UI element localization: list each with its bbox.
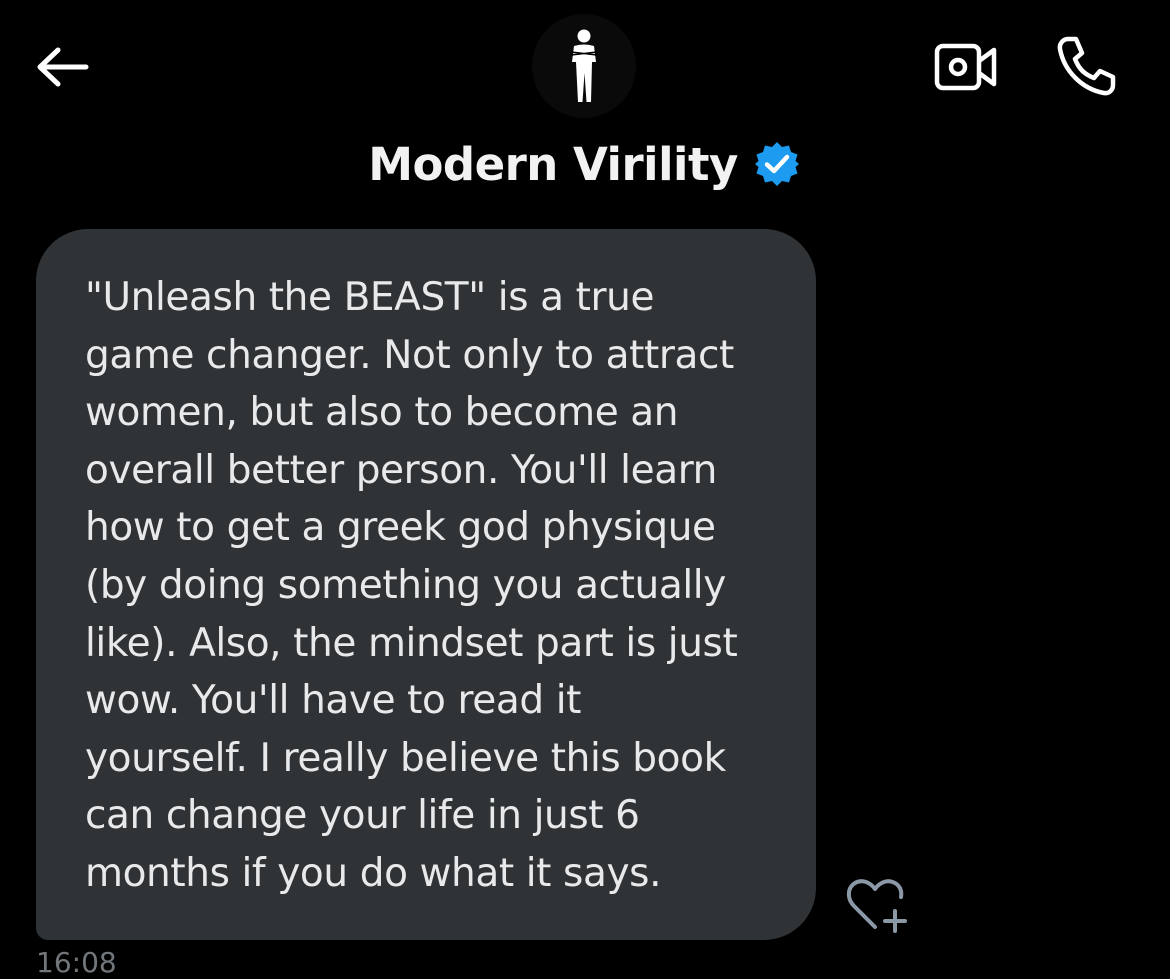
message-line: yourself. I really believe this book — [85, 735, 726, 781]
message-line: (by doing something you actually — [85, 562, 726, 608]
message-bubble[interactable]: "Unleash the BEAST" is a true game chang… — [36, 229, 816, 940]
voice-call-button[interactable] — [1046, 28, 1126, 104]
video-call-button[interactable] — [928, 34, 1004, 100]
add-reaction-button[interactable] — [842, 874, 912, 936]
contact-title-row[interactable]: Modern Virility — [0, 132, 1170, 196]
message-text: "Unleash the BEAST" is a true game chang… — [85, 269, 776, 903]
message-timestamp: 16:08 — [36, 946, 117, 979]
message-line: game changer. Not only to attract — [85, 332, 734, 378]
message-line: wow. You'll have to read it — [85, 678, 582, 724]
heart-plus-icon — [846, 879, 907, 933]
message-line: months if you do what it says. — [85, 850, 662, 896]
video-camera-icon — [934, 43, 997, 91]
message-line: like). Also, the mindset part is just — [85, 620, 738, 666]
standing-man-arms-crossed-icon — [570, 29, 598, 102]
arrow-left-icon — [37, 47, 89, 87]
message-line: "Unleash the BEAST" is a true — [85, 275, 655, 320]
message-line: women, but also to become an — [85, 390, 679, 436]
back-button[interactable] — [22, 34, 102, 100]
contact-name: Modern Virility — [368, 137, 738, 191]
message-line: can change your life in just 6 — [85, 793, 640, 839]
verified-badge-icon — [752, 139, 802, 189]
message-line: overall better person. You'll learn — [85, 447, 717, 493]
message-line: how to get a greek god physique — [85, 505, 716, 551]
phone-icon — [1057, 36, 1116, 96]
contact-avatar[interactable] — [532, 14, 636, 118]
conversation-header: Modern Virility — [0, 0, 1170, 220]
